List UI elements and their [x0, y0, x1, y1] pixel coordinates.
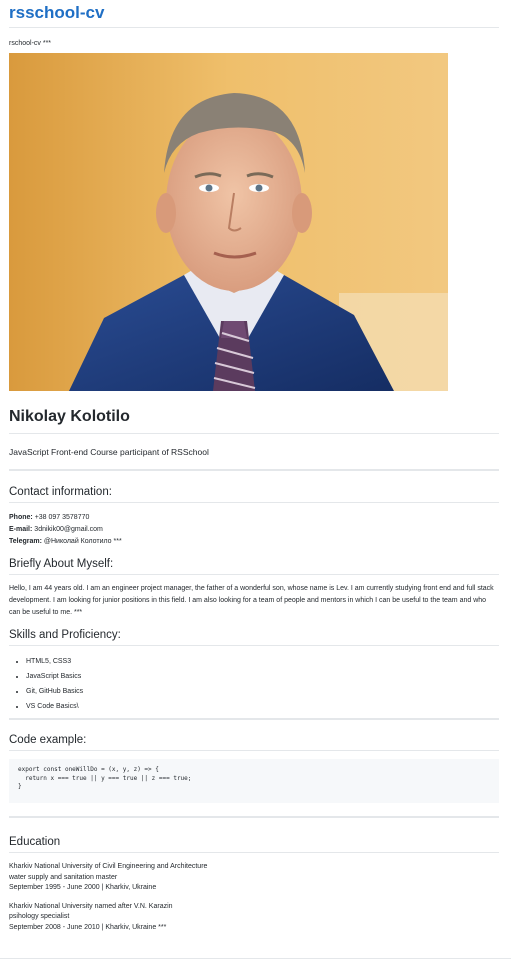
- contact-email: E-mail: 3dnikik00@gmail.com: [9, 524, 499, 536]
- code-line: }: [18, 783, 22, 790]
- code-heading: Code example:: [9, 732, 499, 751]
- contact-phone: Phone: +38 097 3578770: [9, 512, 499, 524]
- education-heading: Education: [9, 834, 499, 853]
- email-label: E-mail:: [9, 526, 33, 533]
- skills-section: Skills and Proficiency: HTML5, CSS3 Java…: [9, 627, 499, 720]
- education-entry: Kharkiv National University of Civil Eng…: [9, 862, 499, 894]
- skill-item: JavaScript Basics: [26, 669, 499, 684]
- education-degree: psihology specialist: [9, 913, 70, 920]
- education-period: September 2008 - June 2010 | Kharkiv, Uk…: [9, 923, 167, 931]
- site-tagline: rschool-cv ***: [9, 40, 52, 47]
- phone-label: Phone:: [9, 514, 33, 521]
- portrait-photo: [9, 53, 448, 391]
- code-line: return x === true || y === true || z ===…: [18, 774, 192, 782]
- course-lead: JavaScript Front-end Course participant …: [9, 447, 499, 471]
- skills-list: HTML5, CSS3 JavaScript Basics Git, GitHu…: [9, 654, 499, 714]
- code-block: export const oneWillDo = (x, y, z) => { …: [9, 759, 499, 803]
- cv-page: rsschool-cv rschool-cv *** Nikolay Kolot…: [9, 0, 499, 933]
- code-line: export const oneWillDo = (x, y, z) => {: [18, 766, 159, 773]
- education-section: Education Kharkiv National University of…: [9, 834, 499, 933]
- contact-telegram: Telegram: @Николай Колотило ***: [9, 536, 499, 548]
- education-school: Kharkiv National University of Civil Eng…: [9, 863, 208, 870]
- telegram-label: Telegram:: [9, 538, 42, 545]
- about-section: Briefly About Myself: Hello, I am 44 yea…: [9, 556, 499, 619]
- person-name: Nikolay Kolotilo: [9, 407, 499, 434]
- contact-list: Phone: +38 097 3578770 E-mail: 3dnikik00…: [9, 512, 499, 548]
- code-section: Code example: export const oneWillDo = (…: [9, 732, 499, 818]
- site-title-link[interactable]: rsschool-cv: [9, 0, 499, 28]
- section-divider: [9, 718, 499, 720]
- education-school: Kharkiv National University named after …: [9, 902, 173, 910]
- contact-section: Contact information: Phone: +38 097 3578…: [9, 484, 499, 548]
- phone-value[interactable]: +38 097 3578770: [35, 514, 90, 521]
- about-heading: Briefly About Myself:: [9, 556, 499, 575]
- telegram-value[interactable]: @Николай Колотило ***: [44, 538, 122, 545]
- skills-heading: Skills and Proficiency:: [9, 627, 499, 646]
- page-bottom-border: [0, 958, 511, 959]
- skill-item: VS Code Basics\: [26, 699, 499, 714]
- skill-item: Git, GitHub Basics: [26, 684, 499, 699]
- email-value[interactable]: 3dnikik00@gmail.com: [34, 526, 103, 533]
- education-entry: Kharkiv National University named after …: [9, 902, 499, 934]
- education-period: September 1995 - June 2000 | Kharkiv, Uk…: [9, 884, 157, 891]
- section-divider: [9, 816, 499, 818]
- skill-item: HTML5, CSS3: [26, 654, 499, 669]
- about-text: Hello, I am 44 years old. I am an engine…: [9, 585, 494, 616]
- contact-heading: Contact information:: [9, 484, 499, 503]
- education-degree: water supply and sanitation master: [9, 873, 118, 881]
